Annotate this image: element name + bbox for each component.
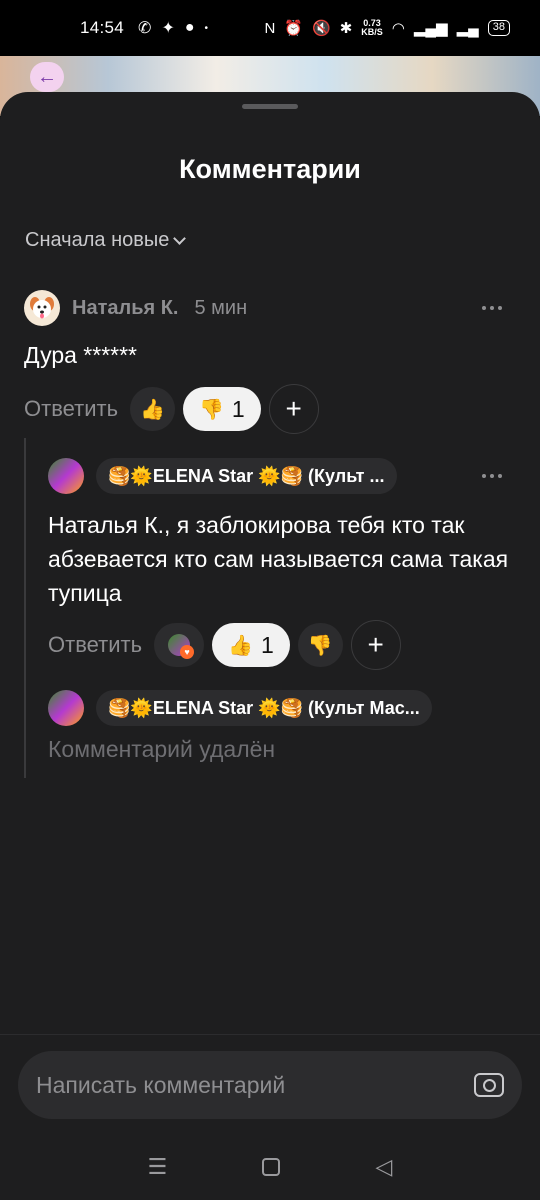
sparkle-icon: ✦ <box>161 20 175 37</box>
more-options-icon[interactable] <box>477 466 507 486</box>
notification-icons: ✆ ✦ ● • <box>138 18 208 38</box>
comment-author: 🥞🌞ELENA Star 🌞🥞 (Культ Мас... <box>108 697 420 718</box>
reaction-thumbs-down[interactable]: 👎 1 <box>182 387 261 431</box>
recent-apps-icon[interactable]: ☰ <box>148 1154 168 1180</box>
whatsapp-icon: ✆ <box>138 20 152 37</box>
network-speed: 0.73 KB/S <box>361 19 383 37</box>
back-arrow-icon[interactable]: ← <box>30 62 64 92</box>
reaction-thumbs-up[interactable]: 👍 <box>130 387 175 431</box>
reaction-thumbs-up[interactable]: 👍 1 <box>212 623 290 667</box>
sort-label: Сначала новые <box>25 229 170 251</box>
deleted-comment-text: Комментарий удалён <box>48 736 276 762</box>
reply-button[interactable]: Ответить <box>24 396 118 422</box>
comment-header: 🥞🌞ELENA Star 🌞🥞 (Культ ... <box>48 458 397 494</box>
reaction-thumbs-down[interactable]: 👎 <box>297 623 343 667</box>
reactor-avatars[interactable]: ♥ <box>154 623 205 667</box>
alarm-icon: ⏰ <box>284 20 303 37</box>
comment-time: 5 мин <box>194 296 248 319</box>
signal2-icon: ▂▄ <box>456 20 479 37</box>
status-bar: 14:54 ✆ ✦ ● • Ν ⏰ 🔇 ✱ 0.73 KB/S ◠ ▂▄▆ ▂▄… <box>0 0 540 56</box>
chevron-down-icon <box>173 232 187 245</box>
avatar[interactable] <box>48 458 84 494</box>
comment-author[interactable]: Наталья К. <box>72 297 178 320</box>
reaction-count: 1 <box>231 395 245 422</box>
comment-input-placeholder: Написать комментарий <box>36 1071 286 1098</box>
thumbs-up-icon: 👍 <box>140 398 165 421</box>
status-time: 14:54 <box>80 18 125 37</box>
thumbs-up-icon: 👍 <box>228 634 253 657</box>
comment-header: 🥞🌞ELENA Star 🌞🥞 (Культ Мас... <box>48 690 432 726</box>
comment-text: Наталья К., я заблокирова тебя кто так а… <box>48 512 509 606</box>
chat-icon: ● <box>184 19 195 36</box>
thumbs-down-icon: 👎 <box>198 398 224 421</box>
heart-icon: ♥ <box>180 645 195 659</box>
home-icon[interactable] <box>262 1158 281 1176</box>
speed-unit: KB/S <box>361 27 383 37</box>
comment-header: Наталья К. 5 мин <box>24 290 247 326</box>
reply-button[interactable]: Ответить <box>48 632 142 658</box>
signal-icon: ▂▄▆ <box>413 20 448 37</box>
drag-handle[interactable] <box>242 104 298 109</box>
camera-icon[interactable] <box>474 1073 504 1097</box>
plus-icon: + <box>367 629 384 660</box>
nfc-icon: Ν <box>264 19 276 37</box>
back-icon[interactable]: ◁ <box>376 1154 393 1180</box>
comment-input-area: Написать комментарий <box>0 1034 540 1134</box>
comment-author-badge[interactable]: 🥞🌞ELENA Star 🌞🥞 (Культ ... <box>96 458 397 494</box>
battery-icon: 38 <box>487 20 510 36</box>
bluetooth-icon: ✱ <box>339 20 353 37</box>
avatar[interactable] <box>24 290 60 326</box>
add-reaction-button[interactable]: + <box>350 620 401 670</box>
comment-author: 🥞🌞ELENA Star 🌞🥞 (Культ ... <box>108 465 385 486</box>
comment-input[interactable]: Написать комментарий <box>18 1051 522 1119</box>
thumbs-down-icon: 👎 <box>307 634 333 657</box>
plus-icon: + <box>285 393 302 424</box>
sort-dropdown[interactable]: Сначала новые <box>25 229 187 252</box>
system-icons: Ν ⏰ 🔇 ✱ 0.73 KB/S ◠ ▂▄▆ ▂▄ 38 <box>264 19 510 37</box>
comment-actions: Ответить 👍 👎 1 + <box>24 384 319 434</box>
comment-text: Дура ****** <box>24 342 138 368</box>
mute-icon: 🔇 <box>312 20 331 37</box>
more-options-icon[interactable] <box>477 298 507 318</box>
add-reaction-button[interactable]: + <box>268 384 319 434</box>
comments-sheet: Комментарии Сначала новые Наталья К. 5 м… <box>0 92 540 1034</box>
sheet-title: Комментарии <box>179 154 361 184</box>
wifi-icon: ◠ <box>391 20 405 37</box>
reaction-count: 1 <box>260 631 274 658</box>
comment-actions: Ответить ♥ 👍 1 👎 + <box>48 620 401 670</box>
avatar[interactable] <box>48 690 84 726</box>
comment-author-badge[interactable]: 🥞🌞ELENA Star 🌞🥞 (Культ Мас... <box>96 690 432 726</box>
dot-icon: • <box>204 22 209 34</box>
system-nav-bar: ☰ ◁ <box>0 1134 540 1200</box>
dog-icon <box>30 297 54 319</box>
thread-line <box>24 438 26 778</box>
